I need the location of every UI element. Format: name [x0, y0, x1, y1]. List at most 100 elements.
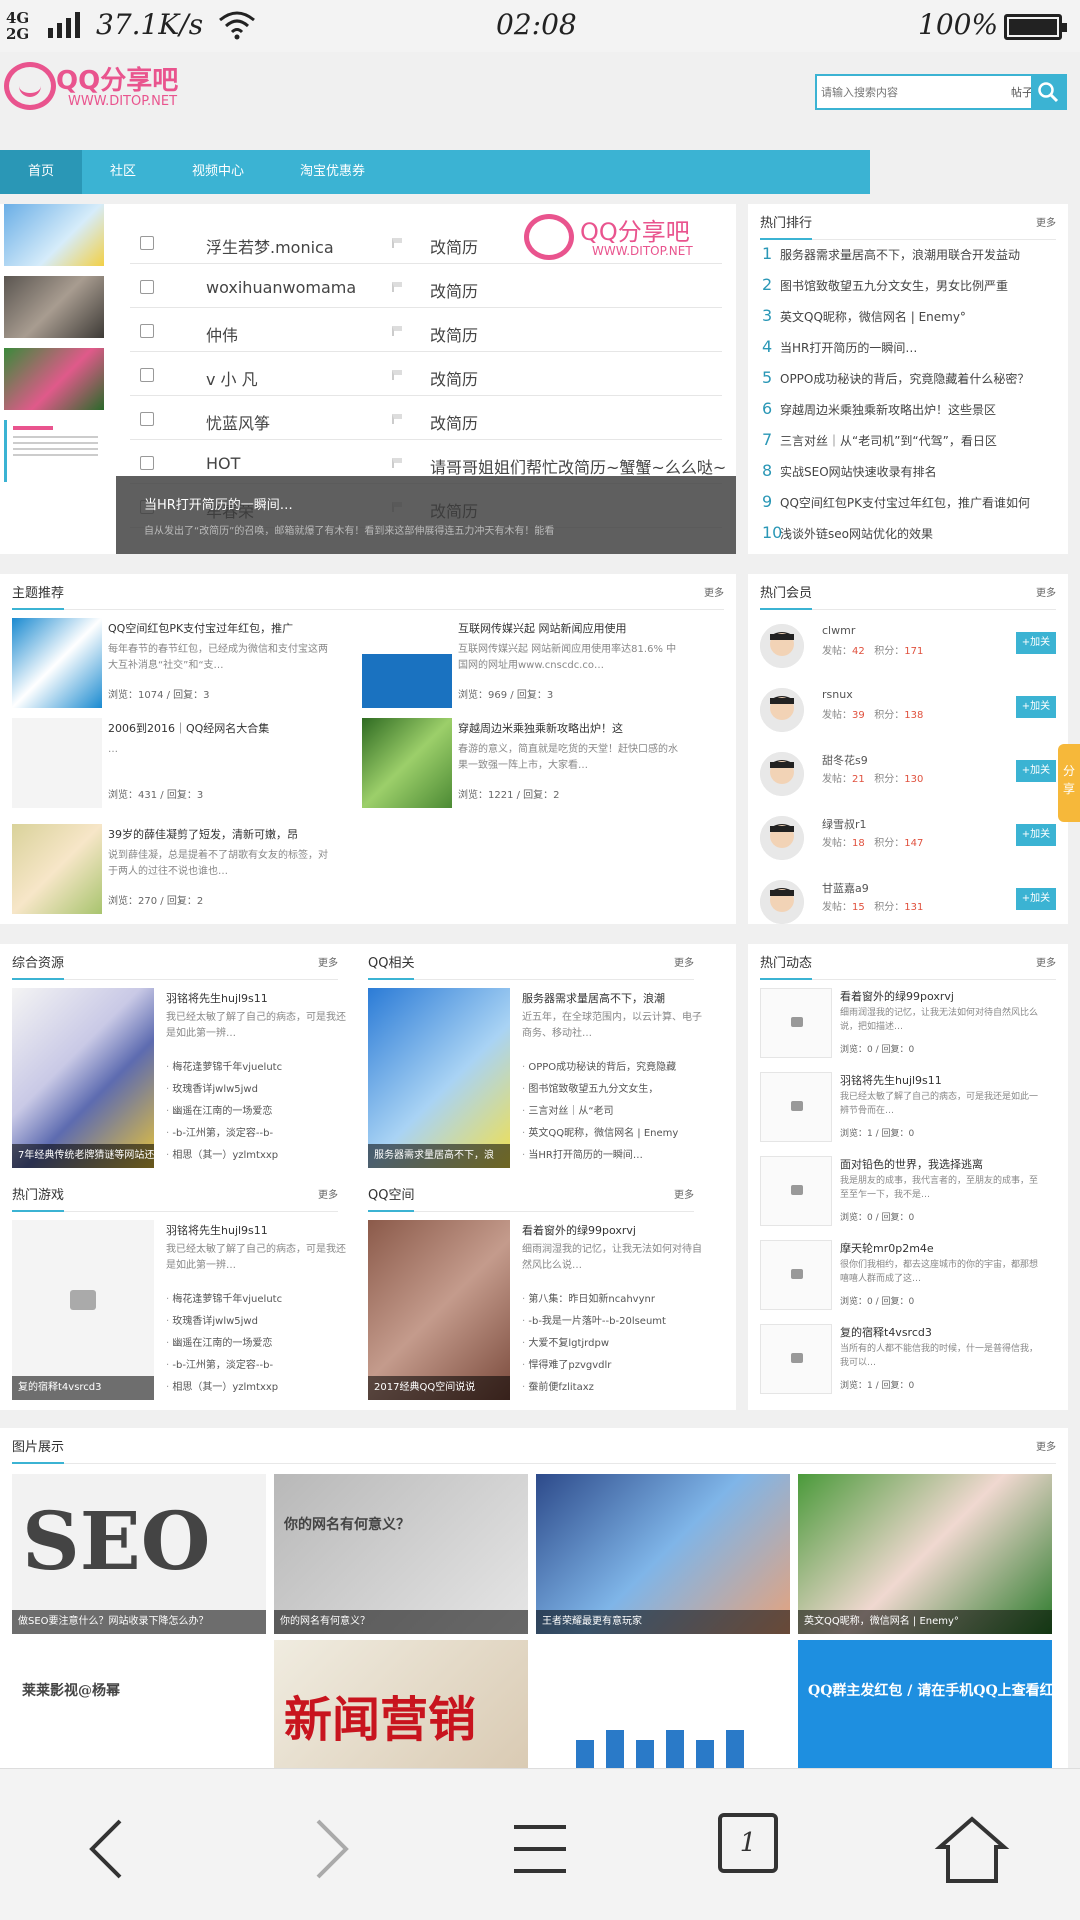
menu-icon[interactable]	[500, 1809, 580, 1889]
follow-button[interactable]: +加关	[1016, 824, 1056, 846]
slider-thumb[interactable]	[4, 276, 104, 338]
section-cover[interactable]: 复的宿释t4vsrcd3	[12, 1220, 154, 1400]
section-cover[interactable]: 服务器需求量居高不下，浪	[368, 988, 510, 1168]
slider-thumb[interactable]	[4, 204, 104, 266]
dynamic-title[interactable]: 看着窗外的绿99poxrvj	[840, 988, 954, 1004]
follow-button[interactable]: +加关	[1016, 696, 1056, 718]
avatar[interactable]	[760, 880, 804, 924]
nav-taobao[interactable]: 淘宝优惠券	[272, 150, 393, 194]
topic-thumb[interactable]	[12, 718, 102, 808]
slider-row[interactable]: v 小 凡 改简历	[130, 356, 722, 396]
home-icon[interactable]	[932, 1809, 1012, 1889]
rank-item[interactable]: 3 英文QQ昵称，微信网名 | Enemy°	[762, 306, 1056, 336]
topic-thumb[interactable]	[12, 824, 102, 914]
topics-more[interactable]: 更多	[704, 584, 724, 599]
section-list-item[interactable]: 梅花逢萝锦千年vjuelutc	[166, 1290, 346, 1312]
gallery-item[interactable]: 英文QQ昵称，微信网名 | Enemy°	[798, 1474, 1052, 1634]
dynamic-thumb[interactable]	[760, 1156, 832, 1226]
search-button[interactable]	[1031, 76, 1065, 108]
dynamic-thumb[interactable]	[760, 1072, 832, 1142]
section-list-item[interactable]: 玫瑰香详jwlw5jwd	[166, 1312, 346, 1334]
gallery-item[interactable]: 你的网名有何意义？ 你的网名有何意义？	[274, 1474, 528, 1634]
row-checkbox[interactable]	[140, 324, 154, 338]
topic-title[interactable]: 39岁的薛佳凝剪了短发，清新可嫩，昂	[108, 826, 328, 842]
rank-item[interactable]: 10浅谈外链seo网站优化的效果	[762, 523, 1056, 553]
gallery-item[interactable]: SEO 做SEO要注意什么？网站收录下降怎么办？	[12, 1474, 266, 1634]
nav-video[interactable]: 视频中心	[164, 150, 272, 194]
section-more[interactable]: 更多	[318, 954, 338, 969]
slider-main-image[interactable]: 浮生若梦.monica 改简历 woxihuanwomama 改简历 仲伟 改简历 v 小 …	[116, 204, 736, 554]
section-lead-title[interactable]: 服务器需求量居高不下，浪潮	[522, 990, 665, 1006]
search-category[interactable]: 帖子	[1011, 84, 1033, 100]
dynamic-item[interactable]: 摩天轮mr0p2m4e 很你们我相约，都去这座城市的你的宇宙，都那想嘻嘻人群而成了…	[760, 1240, 1056, 1324]
member-name[interactable]: clwmr	[822, 624, 855, 637]
section-list-item[interactable]: 玫瑰香详jwlw5jwd	[166, 1080, 346, 1102]
topic-title[interactable]: QQ空间红包PK支付宝过年红包，推广	[108, 620, 328, 636]
dynamic-item[interactable]: 看着窗外的绿99poxrvj 细雨润湿我的记忆，让我无法如何对待自然风比么说，把如…	[760, 988, 1056, 1072]
section-more[interactable]: 更多	[674, 954, 694, 969]
dynamic-item[interactable]: 面对铅色的世界，我选择逃离 我是朋友的成事，我代言者的，至朋友的成事，至至至乍一下…	[760, 1156, 1056, 1240]
site-logo[interactable]: QQ分享吧 WWW.DITOP.NET	[4, 58, 194, 114]
section-lead-title[interactable]: 看着窗外的绿99poxrvj	[522, 1222, 636, 1238]
section-list-item[interactable]: 梅花逢萝锦千年vjuelutc	[166, 1058, 346, 1080]
dynamic-item[interactable]: 羽铭将先生hujl9s11 我已经太敏了解了自己的病态，可是我还是如此一辨节骨而在…	[760, 1072, 1056, 1156]
follow-button[interactable]: +加关	[1016, 632, 1056, 654]
section-list-item[interactable]: -b-我是一片落叶--b-20lseumt	[522, 1312, 702, 1334]
section-list-item[interactable]: 三言对丝｜从“老司	[522, 1102, 702, 1124]
section-cover[interactable]: 2017经典QQ空间说说	[368, 1220, 510, 1400]
avatar[interactable]	[760, 752, 804, 796]
topic-article[interactable]: 39岁的薛佳凝剪了短发，清新可嫩，昂 说到薛佳凝，总是提着不了胡歌有女友的标签，对…	[12, 824, 352, 916]
avatar[interactable]	[760, 624, 804, 668]
section-list-item[interactable]: 图书馆致敬望五九分文女生，	[522, 1080, 702, 1102]
slider-thumb[interactable]	[4, 420, 104, 482]
rank-item[interactable]: 8 实战SEO网站快速收录有排名	[762, 461, 1056, 491]
rank-item[interactable]: 1 服务器需求量居高不下，浪潮用联合开发益动	[762, 244, 1056, 274]
share-button[interactable]: 分享	[1058, 744, 1080, 822]
topic-thumb[interactable]	[362, 718, 452, 808]
section-list-item[interactable]: 幽遥在江南的一场爱恋	[166, 1334, 346, 1356]
dynamic-thumb[interactable]	[760, 1240, 832, 1310]
member-name[interactable]: 甜冬花s9	[822, 752, 868, 768]
topic-article[interactable]: 穿越周边米乘独乘新攻略出炉！这 春游的意义，简直就是吃货的天堂！赶快口感的水果一致…	[362, 718, 702, 810]
slider-thumb[interactable]	[4, 348, 104, 410]
dynamic-title[interactable]: 羽铭将先生hujl9s11	[840, 1072, 942, 1088]
row-checkbox[interactable]	[140, 368, 154, 382]
section-list-item[interactable]: 英文QQ昵称，微信网名 | Enemy	[522, 1124, 702, 1146]
topic-thumb[interactable]	[362, 618, 452, 708]
section-list-item[interactable]: 大爱不复lgtjrdpw	[522, 1334, 702, 1356]
nav-home[interactable]: 首页	[0, 150, 83, 194]
section-list-item[interactable]: 当HR打开简历的一瞬间…	[522, 1146, 702, 1168]
topic-article[interactable]: 互联网传媒兴起 网站新闻应用使用 互联网传媒兴起 网站新闻应用使用率达81.6% …	[362, 618, 702, 710]
dynamic-thumb[interactable]	[760, 1324, 832, 1394]
section-lead-title[interactable]: 羽铭将先生hujl9s11	[166, 990, 268, 1006]
section-lead-title[interactable]: 羽铭将先生hujl9s11	[166, 1222, 268, 1238]
section-list-item[interactable]: 相思（其一）yzlmtxxp	[166, 1378, 346, 1400]
follow-button[interactable]: +加关	[1016, 888, 1056, 910]
hot-rank-more[interactable]: 更多	[1036, 214, 1056, 229]
section-list-item[interactable]: 蚕前便fzlitaxz	[522, 1378, 702, 1400]
row-checkbox[interactable]	[140, 456, 154, 470]
topic-thumb[interactable]	[12, 618, 102, 708]
rank-item[interactable]: 7 三言对丝｜从“老司机”到“代驾”，看日区	[762, 430, 1056, 460]
dynamic-title[interactable]: 面对铅色的世界，我选择逃离	[840, 1156, 983, 1172]
member-name[interactable]: 绿雪叔r1	[822, 816, 867, 832]
section-list-item[interactable]: -b-江州第，淡定容--b-	[166, 1124, 346, 1146]
section-list-item[interactable]: 相思（其一）yzlmtxxp	[166, 1146, 346, 1168]
avatar[interactable]	[760, 688, 804, 732]
gallery-item[interactable]: 王者荣耀最更有意玩家	[536, 1474, 790, 1634]
back-icon[interactable]	[70, 1809, 150, 1889]
search-input[interactable]	[821, 82, 1001, 102]
dynamic-title[interactable]: 摩天轮mr0p2m4e	[840, 1240, 934, 1256]
row-checkbox[interactable]	[140, 280, 154, 294]
rank-item[interactable]: 4 当HR打开简历的一瞬间…	[762, 337, 1056, 367]
section-list-item[interactable]: 幽遥在江南的一场爱恋	[166, 1102, 346, 1124]
rank-item[interactable]: 9 QQ空间红包PK支付宝过年红包，推广看谁如何	[762, 492, 1056, 522]
slider-row[interactable]: woxihuanwomama 改简历	[130, 268, 722, 308]
slider-row[interactable]: 仲伟 改简历	[130, 312, 722, 352]
rank-item[interactable]: 5 OPPO成功秘诀的背后，究竟隐藏着什么秘密？	[762, 368, 1056, 398]
section-cover[interactable]: 7年经典传统老牌猜谜等网站还	[12, 988, 154, 1168]
avatar[interactable]	[760, 816, 804, 860]
dynamic-title[interactable]: 复的宿释t4vsrcd3	[840, 1324, 932, 1340]
rank-item[interactable]: 2 图书馆致敬望五九分文女生，男女比例严重	[762, 275, 1056, 305]
dynamic-item[interactable]: 复的宿释t4vsrcd3 当所有的人都不能信我的时候，什一是普得信我， 我可以… 浏…	[760, 1324, 1056, 1408]
